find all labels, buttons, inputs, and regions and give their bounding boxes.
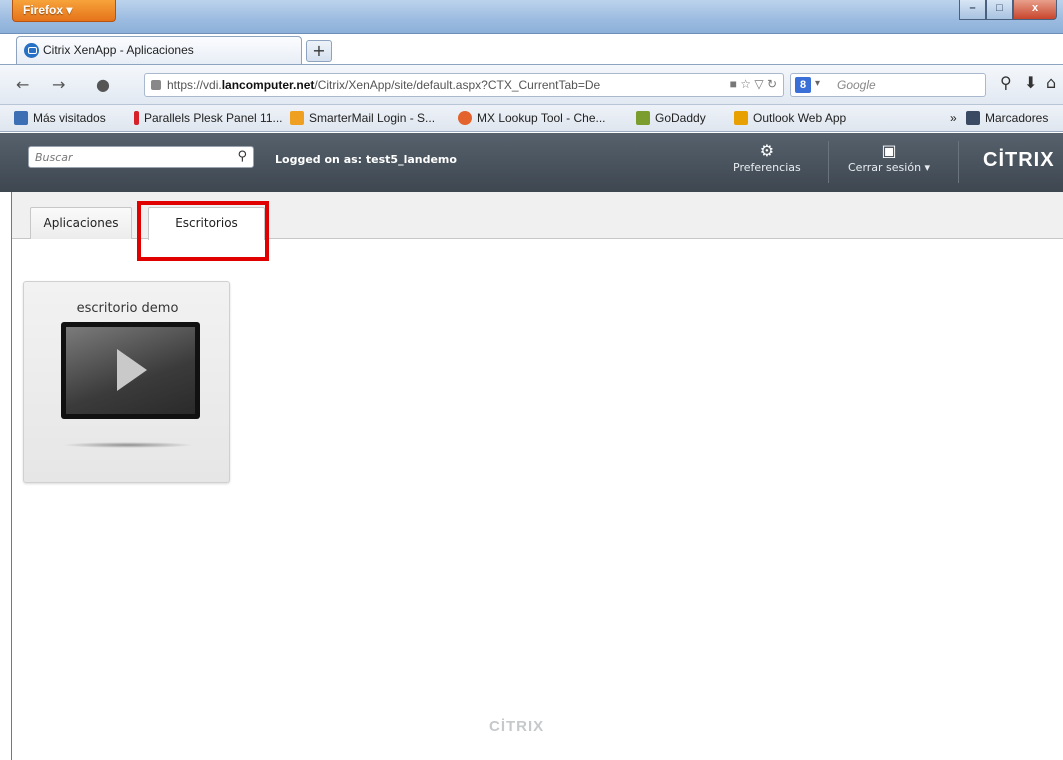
bookmark-plesk[interactable]: Parallels Plesk Panel 11... [134,111,283,125]
maximize-button[interactable]: □ [986,0,1013,20]
desktop-monitor-icon[interactable] [61,322,200,419]
minimize-button[interactable]: – [959,0,986,20]
main-content: Aplicaciones Escritorios escritorio demo… [11,192,1063,760]
godaddy-icon [636,111,650,125]
desktop-tile[interactable]: escritorio demo [23,281,230,483]
outlook-icon [734,111,748,125]
reload-icon[interactable]: ↻ [767,77,777,91]
header-divider [958,141,959,183]
url-domain: lancomputer.net [221,78,315,92]
bookmark-mx-lookup[interactable]: MX Lookup Tool - Che... [458,111,606,125]
tab-aplicaciones[interactable]: Aplicaciones [30,207,132,239]
search-engine-icon[interactable]: 8 [795,77,811,93]
window-titlebar: Firefox ▾ – □ x [0,0,1063,34]
bookmark-marcadores[interactable]: Marcadores [966,111,1048,125]
logout-button[interactable]: ▣ Cerrar sesión ▾ [848,141,931,175]
dropdown-icon[interactable]: ▽ [754,77,763,91]
citrix-header: Buscar ⚲ Logged on as: test5_landemo ⚙ P… [0,133,1063,192]
download-icon[interactable]: ⬇ [1024,73,1037,92]
site-identity-icon[interactable]: ● [96,75,110,94]
back-arrow-icon[interactable]: ← [16,75,29,94]
plesk-icon [134,111,139,125]
preferences-button[interactable]: ⚙ Preferencias [733,141,801,175]
bookmarks-bar: Más visitados Parallels Plesk Panel 11..… [0,104,1063,132]
bookmark-smartermail[interactable]: SmarterMail Login - S... [290,111,435,125]
mx-icon [458,111,472,125]
iis-icon[interactable]: ■ [730,77,737,91]
citrix-logo: CİTRIX [983,149,1055,171]
close-window-button[interactable]: x [1013,0,1057,20]
browser-tab-title: Citrix XenApp - Aplicaciones [43,43,194,57]
citrix-favicon-icon [24,43,39,58]
home-icon[interactable]: ⌂ [1046,73,1056,92]
bookmarks-star-icon [966,111,980,125]
citrix-search-placeholder: Buscar [35,151,73,164]
play-icon [117,349,147,391]
url-path: /Citrix/XenApp/site/default.aspx?CTX_Cur… [314,78,601,92]
bookmark-godaddy[interactable]: GoDaddy [636,111,706,125]
lock-icon [151,80,161,90]
url-bar-icons: ■ ☆ ▽ ↻ [730,77,777,91]
mail-icon [290,111,304,125]
tile-shadow [62,442,194,448]
forward-arrow-icon[interactable]: → [52,75,65,94]
lock-icon: ▣ [881,141,897,160]
desktop-name: escritorio demo [76,301,179,316]
search-engine-dropdown-icon[interactable]: ▾ [815,78,820,89]
search-engine-box[interactable]: 8 ▾ Google [790,73,986,97]
bookmarks-overflow-button[interactable]: » [950,111,957,125]
bookmark-outlook[interactable]: Outlook Web App [734,111,846,125]
url-bar[interactable]: https://vdi.lancomputer.net/Citrix/XenAp… [144,73,784,97]
logged-on-label: Logged on as: test5_landemo [275,153,457,166]
most-visited-icon [14,111,28,125]
window-controls: – □ x [959,0,1057,20]
url-prefix: https://vdi. [167,78,222,92]
bookmark-most-visited[interactable]: Más visitados [14,111,106,125]
browser-tab[interactable]: Citrix XenApp - Aplicaciones [16,36,302,64]
new-tab-button[interactable]: + [306,40,332,62]
search-magnifier-icon[interactable]: ⚲ [1000,73,1012,92]
gear-icon: ⚙ [759,141,775,160]
bookmark-star-icon[interactable]: ☆ [740,77,751,91]
highlight-box [137,201,269,261]
search-icon[interactable]: ⚲ [237,149,247,164]
preferences-label: Preferencias [733,161,801,174]
logout-label: Cerrar sesión ▾ [848,161,931,174]
citrix-search-input[interactable]: Buscar ⚲ [28,146,254,168]
header-divider [828,141,829,183]
navigation-bar: ← → ● https://vdi.lancomputer.net/Citrix… [0,64,1063,104]
citrix-footer-logo: CİTRIX [489,718,545,735]
search-placeholder: Google [837,78,876,92]
firefox-menu-button[interactable]: Firefox ▾ [12,0,116,22]
